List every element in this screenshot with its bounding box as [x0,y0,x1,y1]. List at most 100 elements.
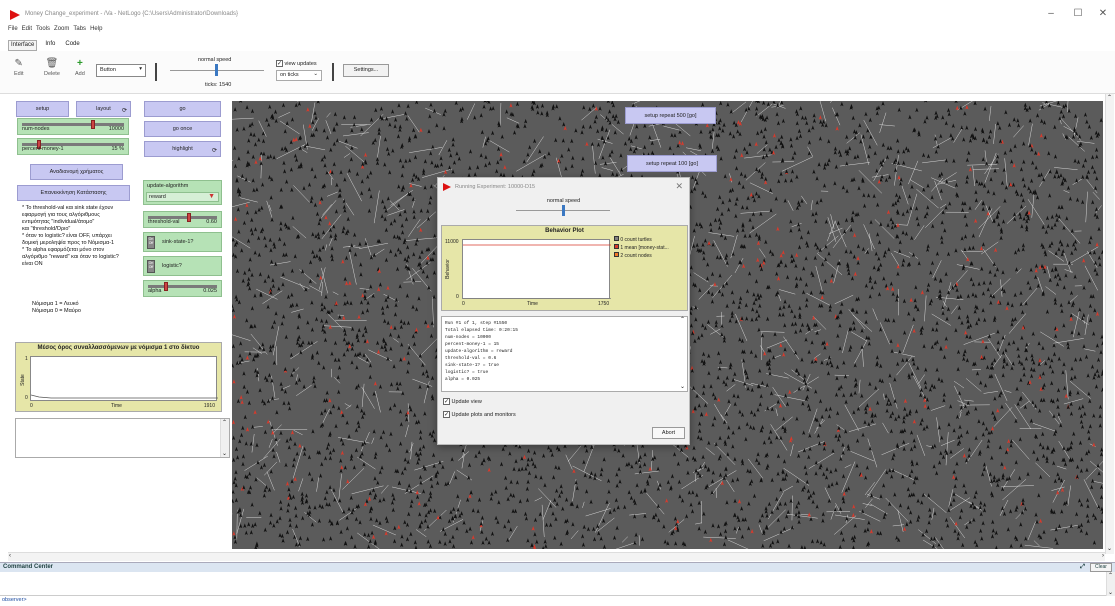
turtle-currency-0 [991,519,995,525]
turtle-currency-0 [232,307,235,313]
turtle-currency-0 [253,368,258,374]
turtle-currency-0 [449,509,453,515]
turtle-currency-0 [790,308,794,314]
turtle-currency-0 [611,113,615,119]
turtle-currency-1 [763,351,767,356]
turtle-currency-0 [1065,216,1069,221]
go-once-button[interactable]: go once [144,121,221,137]
turtle-currency-0 [1019,290,1023,296]
tab-code[interactable]: Code [63,40,81,51]
menu-edit[interactable]: Edit [22,26,32,38]
turtle-currency-0 [1081,316,1085,321]
turtle-currency-0 [1089,135,1093,140]
turtle-currency-0 [601,155,605,160]
update-algorithm-chooser[interactable]: update-algorithm reward ▼ [143,180,222,205]
turtle-currency-0 [400,223,404,228]
turtle-currency-0 [362,461,366,467]
sink-state-switch[interactable]: On Off sink-state-1? [143,232,222,252]
turtle-currency-0 [979,380,983,385]
turtle-currency-0 [739,171,743,177]
network-link [827,220,836,242]
menu-tabs[interactable]: Tabs [73,26,86,38]
widget-type-select[interactable]: Button ▾ [96,64,146,77]
menu-help[interactable]: Help [90,26,102,38]
close-icon[interactable]: ✕ [1095,8,1111,19]
turtle-currency-0 [844,399,848,405]
turtle-currency-0 [729,109,733,114]
turtle-currency-0 [997,222,1001,227]
turtle-currency-0 [666,479,670,485]
turtle-currency-0 [815,504,819,509]
turtle-currency-0 [262,493,266,498]
menu-tools[interactable]: Tools [36,26,50,38]
update-mode-select[interactable]: on ticks ⌄ [276,70,322,81]
turtle-currency-0 [959,294,963,299]
speed-slider-thumb[interactable] [215,64,218,76]
tab-interface[interactable]: Interface [8,40,38,51]
settings-button[interactable]: Settings... [343,64,389,77]
turtle-currency-0 [345,420,349,425]
scroll-down-icon[interactable]: ⌄ [222,450,227,457]
turtle-currency-0 [990,455,994,461]
view-updates-toggle[interactable]: ✓ view updates [276,60,317,67]
view-updates-checkbox[interactable]: ✓ [276,60,283,67]
chevron-down-icon: ⌄ [313,71,318,77]
go-button[interactable]: go [144,101,221,117]
slider-thumb[interactable] [187,213,191,222]
slider-thumb[interactable] [90,120,95,129]
turtle-currency-0 [244,441,248,446]
logistic-switch[interactable]: On Off logistic? [143,256,222,276]
turtle-currency-0 [749,409,754,415]
percent-money-slider[interactable]: percent-money-1 15 % [17,138,129,155]
toggle-icon[interactable]: On Off [147,236,155,249]
turtle-currency-0 [701,242,705,247]
turtle-currency-0 [350,342,355,347]
minimize-icon[interactable]: – [1043,8,1059,19]
num-nodes-slider[interactable]: num-nodes 10000 [17,118,129,135]
turtle-currency-0 [1077,331,1081,336]
turtle-currency-0 [758,368,762,373]
redistribute-money-button[interactable]: Αναδιανομή χρήματος [30,164,123,180]
turtle-currency-0 [877,239,882,245]
maximize-icon[interactable]: ☐ [1070,8,1086,19]
turtle-currency-1 [346,479,350,484]
turtle-currency-0 [1075,464,1080,470]
layout-button[interactable]: layout ⟳ [76,101,131,117]
turtle-currency-0 [935,367,939,372]
network-link [1063,398,1084,405]
turtle-currency-0 [690,509,695,514]
turtle-currency-0 [838,346,842,351]
add-tool[interactable]: + Add [75,57,85,77]
network-link [1027,199,1045,225]
turtle-currency-0 [369,170,373,176]
setup-button[interactable]: setup [16,101,69,117]
currency-legend: Νόμισμα 1 = Λευκό Νόμισμα 0 = Μαύρο [32,301,81,315]
reset-state-button[interactable]: Επανεκκίνηση Κατάστασης [17,185,130,201]
menu-zoom[interactable]: Zoom [54,26,69,38]
menu-file[interactable]: File [8,26,18,38]
output-area[interactable]: ⌃ ⌄ [15,418,230,458]
delete-tool[interactable]: 🗑 Delete [44,57,60,77]
slider-thumb[interactable] [164,282,169,291]
edit-tool[interactable]: ✎ Edit [14,57,23,77]
turtle-currency-1 [563,125,567,131]
threshold-val-slider[interactable]: threshold-val 0.60 [143,211,222,228]
highlight-button[interactable]: highlight ⟳ [144,141,221,157]
turtle-currency-0 [385,442,389,448]
output-scrollbar[interactable]: ⌃ ⌄ [220,419,229,457]
turtle-currency-0 [467,475,471,480]
turtle-currency-0 [262,347,266,352]
toggle-icon[interactable]: On Off [147,260,155,273]
turtle-currency-0 [235,268,240,274]
turtle-currency-0 [318,503,322,509]
turtle-currency-0 [718,435,722,441]
turtle-currency-1 [951,474,956,480]
turtle-currency-0 [711,242,715,247]
turtle-currency-1 [232,314,237,319]
alpha-slider[interactable]: alpha 0.025 [143,280,222,297]
update-algorithm-box[interactable]: reward ▼ [146,192,219,202]
turtle-currency-0 [816,433,821,438]
turtle-currency-1 [363,152,368,158]
tab-info[interactable]: Info [43,40,57,51]
scroll-up-icon[interactable]: ⌃ [222,419,227,426]
